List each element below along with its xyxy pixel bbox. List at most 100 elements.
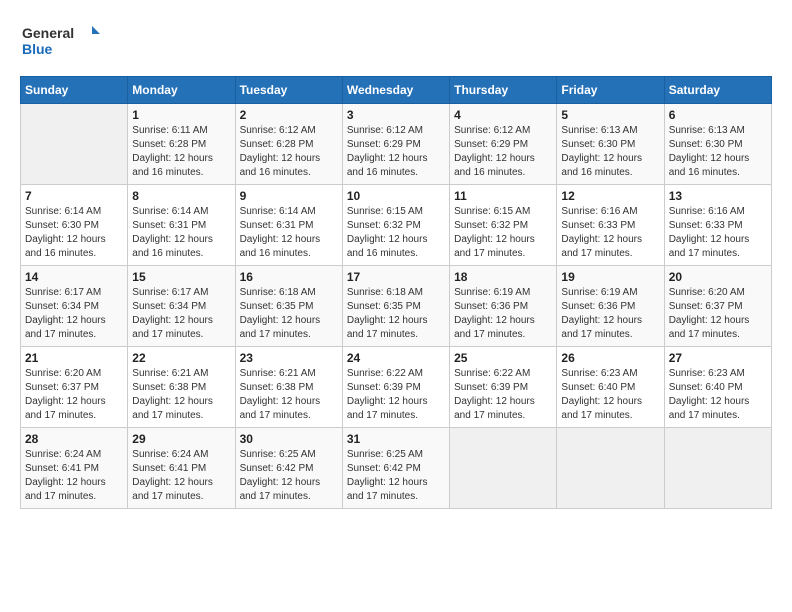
svg-text:General: General [22,25,74,41]
day-number: 19 [561,270,659,284]
day-info: Sunrise: 6:13 AMSunset: 6:30 PMDaylight:… [669,124,767,180]
header-day-tuesday: Tuesday [235,77,342,104]
calendar-cell: 22Sunrise: 6:21 AMSunset: 6:38 PMDayligh… [128,347,235,428]
day-info: Sunrise: 6:18 AMSunset: 6:35 PMDaylight:… [347,286,445,342]
calendar-cell: 6 Sunrise: 6:13 AMSunset: 6:30 PMDaylight… [664,104,771,185]
day-info: Sunrise: 6:12 AMSunset: 6:29 PMDaylight:… [347,124,445,180]
day-number: 20 [669,270,767,284]
day-number: 5 [561,108,659,122]
day-info: Sunrise: 6:24 AMSunset: 6:41 PMDaylight:… [25,448,123,504]
day-number: 18 [454,270,552,284]
day-info: Sunrise: 6:19 AMSunset: 6:36 PMDaylight:… [561,286,659,342]
day-number: 2 [240,108,338,122]
day-info: Sunrise: 6:23 AMSunset: 6:40 PMDaylight:… [669,367,767,423]
day-info: Sunrise: 6:20 AMSunset: 6:37 PMDaylight:… [25,367,123,423]
day-info: Sunrise: 6:17 AMSunset: 6:34 PMDaylight:… [132,286,230,342]
logo-svg: General Blue [20,20,100,60]
calendar-header: SundayMondayTuesdayWednesdayThursdayFrid… [21,77,772,104]
day-number: 26 [561,351,659,365]
day-info: Sunrise: 6:11 AMSunset: 6:28 PMDaylight:… [132,124,230,180]
day-number: 23 [240,351,338,365]
calendar-cell: 5 Sunrise: 6:13 AMSunset: 6:30 PMDaylight… [557,104,664,185]
calendar-cell: 16Sunrise: 6:18 AMSunset: 6:35 PMDayligh… [235,266,342,347]
day-number: 17 [347,270,445,284]
day-number: 21 [25,351,123,365]
calendar-week-0: 1Sunrise: 6:11 AMSunset: 6:28 PMDaylight… [21,104,772,185]
calendar-cell: 24Sunrise: 6:22 AMSunset: 6:39 PMDayligh… [342,347,449,428]
day-number: 8 [132,189,230,203]
day-number: 29 [132,432,230,446]
day-number: 27 [669,351,767,365]
calendar-cell: 18 Sunrise: 6:19 AMSunset: 6:36 PMDayligh… [450,266,557,347]
calendar-week-2: 14 Sunrise: 6:17 AMSunset: 6:34 PMDayligh… [21,266,772,347]
day-info: Sunrise: 6:24 AMSunset: 6:41 PMDaylight:… [132,448,230,504]
day-info: Sunrise: 6:19 AMSunset: 6:36 PMDaylight:… [454,286,552,342]
day-number: 9 [240,189,338,203]
day-number: 4 [454,108,552,122]
day-number: 28 [25,432,123,446]
calendar-cell: 2 Sunrise: 6:12 AMSunset: 6:28 PMDaylight… [235,104,342,185]
calendar-cell: 3Sunrise: 6:12 AMSunset: 6:29 PMDaylight… [342,104,449,185]
calendar-cell: 29 Sunrise: 6:24 AMSunset: 6:41 PMDayligh… [128,428,235,509]
day-number: 11 [454,189,552,203]
calendar-cell: 1Sunrise: 6:11 AMSunset: 6:28 PMDaylight… [128,104,235,185]
header-day-thursday: Thursday [450,77,557,104]
day-info: Sunrise: 6:22 AMSunset: 6:39 PMDaylight:… [347,367,445,423]
calendar-cell [664,428,771,509]
day-info: Sunrise: 6:25 AMSunset: 6:42 PMDaylight:… [240,448,338,504]
calendar-cell: 30 Sunrise: 6:25 AMSunset: 6:42 PMDayligh… [235,428,342,509]
day-number: 14 [25,270,123,284]
header-day-saturday: Saturday [664,77,771,104]
calendar-cell: 19 Sunrise: 6:19 AMSunset: 6:36 PMDayligh… [557,266,664,347]
day-info: Sunrise: 6:14 AMSunset: 6:31 PMDaylight:… [240,205,338,261]
day-info: Sunrise: 6:17 AMSunset: 6:34 PMDaylight:… [25,286,123,342]
header-day-wednesday: Wednesday [342,77,449,104]
calendar-cell: 10 Sunrise: 6:15 AMSunset: 6:32 PMDayligh… [342,185,449,266]
logo: General Blue [20,20,100,60]
calendar-cell: 20 Sunrise: 6:20 AMSunset: 6:37 PMDayligh… [664,266,771,347]
calendar-cell: 8Sunrise: 6:14 AMSunset: 6:31 PMDaylight… [128,185,235,266]
calendar-cell [450,428,557,509]
calendar-week-4: 28 Sunrise: 6:24 AMSunset: 6:41 PMDayligh… [21,428,772,509]
day-number: 13 [669,189,767,203]
calendar-cell: 12 Sunrise: 6:16 AMSunset: 6:33 PMDayligh… [557,185,664,266]
calendar-cell: 28 Sunrise: 6:24 AMSunset: 6:41 PMDayligh… [21,428,128,509]
calendar-cell: 17 Sunrise: 6:18 AMSunset: 6:35 PMDayligh… [342,266,449,347]
day-number: 6 [669,108,767,122]
calendar-week-1: 7 Sunrise: 6:14 AMSunset: 6:30 PMDaylight… [21,185,772,266]
day-number: 12 [561,189,659,203]
page-header: General Blue [20,20,772,60]
day-info: Sunrise: 6:14 AMSunset: 6:30 PMDaylight:… [25,205,123,261]
day-info: Sunrise: 6:13 AMSunset: 6:30 PMDaylight:… [561,124,659,180]
calendar-cell: 15 Sunrise: 6:17 AMSunset: 6:34 PMDayligh… [128,266,235,347]
svg-text:Blue: Blue [22,41,53,57]
day-number: 30 [240,432,338,446]
calendar-body: 1Sunrise: 6:11 AMSunset: 6:28 PMDaylight… [21,104,772,509]
day-info: Sunrise: 6:15 AMSunset: 6:32 PMDaylight:… [347,205,445,261]
header-day-monday: Monday [128,77,235,104]
day-info: Sunrise: 6:12 AMSunset: 6:29 PMDaylight:… [454,124,552,180]
calendar-cell: 27 Sunrise: 6:23 AMSunset: 6:40 PMDayligh… [664,347,771,428]
day-info: Sunrise: 6:16 AMSunset: 6:33 PMDaylight:… [561,205,659,261]
calendar-table: SundayMondayTuesdayWednesdayThursdayFrid… [20,76,772,509]
header-day-sunday: Sunday [21,77,128,104]
calendar-cell: 26 Sunrise: 6:23 AMSunset: 6:40 PMDayligh… [557,347,664,428]
calendar-cell: 11 Sunrise: 6:15 AMSunset: 6:32 PMDayligh… [450,185,557,266]
calendar-cell: 9 Sunrise: 6:14 AMSunset: 6:31 PMDaylight… [235,185,342,266]
day-info: Sunrise: 6:20 AMSunset: 6:37 PMDaylight:… [669,286,767,342]
day-number: 10 [347,189,445,203]
calendar-cell: 14 Sunrise: 6:17 AMSunset: 6:34 PMDayligh… [21,266,128,347]
day-info: Sunrise: 6:23 AMSunset: 6:40 PMDaylight:… [561,367,659,423]
day-info: Sunrise: 6:25 AMSunset: 6:42 PMDaylight:… [347,448,445,504]
calendar-cell [21,104,128,185]
day-number: 16 [240,270,338,284]
day-info: Sunrise: 6:15 AMSunset: 6:32 PMDaylight:… [454,205,552,261]
day-info: Sunrise: 6:21 AMSunset: 6:38 PMDaylight:… [132,367,230,423]
day-number: 15 [132,270,230,284]
calendar-cell: 7 Sunrise: 6:14 AMSunset: 6:30 PMDaylight… [21,185,128,266]
day-info: Sunrise: 6:16 AMSunset: 6:33 PMDaylight:… [669,205,767,261]
day-number: 7 [25,189,123,203]
day-info: Sunrise: 6:12 AMSunset: 6:28 PMDaylight:… [240,124,338,180]
calendar-cell: 23Sunrise: 6:21 AMSunset: 6:38 PMDayligh… [235,347,342,428]
calendar-cell: 21 Sunrise: 6:20 AMSunset: 6:37 PMDayligh… [21,347,128,428]
